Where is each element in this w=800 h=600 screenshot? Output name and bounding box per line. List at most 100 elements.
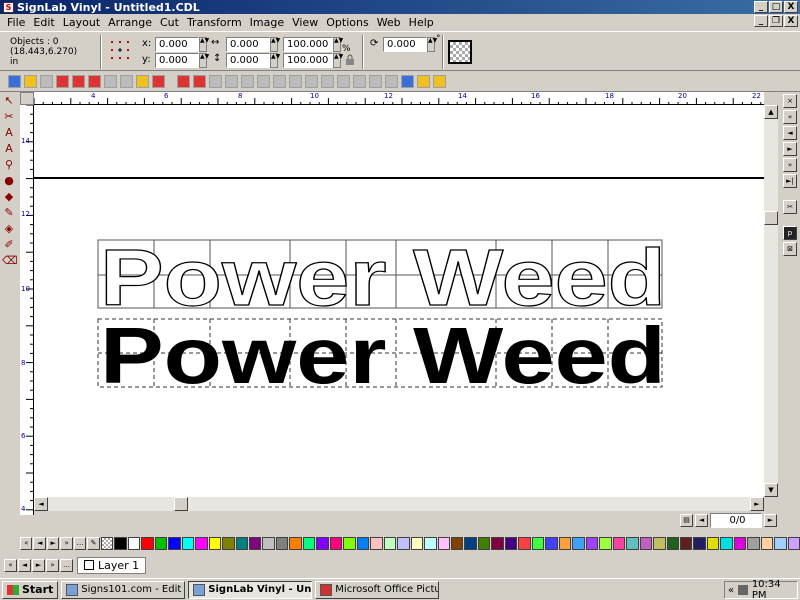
menu-cut[interactable]: Cut — [156, 16, 183, 29]
color-swatch[interactable] — [316, 536, 329, 550]
doc-restore-button[interactable]: ❐ — [769, 15, 783, 27]
color-swatch[interactable] — [424, 536, 437, 550]
next-icon[interactable]: ► — [783, 142, 797, 156]
no-fill-icon[interactable]: ⊠ — [783, 242, 797, 256]
width-spinner[interactable]: ▲▼ — [270, 37, 280, 52]
layer-visibility-checkbox[interactable] — [84, 560, 94, 570]
taskbar-item-picture-manager[interactable]: Microsoft Office Picture ... — [315, 580, 440, 599]
x-spinner[interactable]: ▲▼ — [199, 37, 209, 52]
paste-icon[interactable] — [88, 75, 101, 88]
color-swatch[interactable] — [477, 536, 491, 550]
menu-arrange[interactable]: Arrange — [104, 16, 156, 29]
color-swatch[interactable] — [181, 536, 195, 550]
color-swatch[interactable] — [504, 536, 518, 550]
knife-icon[interactable] — [321, 75, 334, 88]
color-swatch[interactable] — [518, 536, 531, 550]
shape-icon[interactable] — [305, 75, 318, 88]
y-input[interactable]: 0.000 — [155, 53, 199, 68]
rotation-input[interactable]: 0.000 — [383, 37, 427, 52]
eraser-tool-icon[interactable]: ⌫ — [2, 254, 18, 268]
color-swatch[interactable] — [235, 536, 248, 550]
layer-last-button[interactable]: » — [46, 558, 59, 572]
prev-icon[interactable]: ◄ — [783, 126, 797, 140]
color-swatch[interactable] — [451, 536, 464, 550]
speaker-icon[interactable] — [738, 585, 748, 595]
color-swatch[interactable] — [141, 536, 154, 550]
color-swatch[interactable] — [639, 536, 653, 550]
export-icon[interactable] — [152, 75, 165, 88]
menu-image[interactable]: Image — [246, 16, 288, 29]
new-icon[interactable] — [8, 75, 21, 88]
cutter-icon[interactable]: ✂ — [783, 200, 797, 214]
color-swatch[interactable] — [397, 536, 410, 550]
zoom-icon[interactable] — [433, 75, 446, 88]
color-swatch[interactable] — [545, 536, 558, 550]
color-swatch[interactable] — [248, 536, 262, 550]
cut-icon[interactable] — [56, 75, 69, 88]
menu-web[interactable]: Web — [373, 16, 405, 29]
filled-text[interactable]: Power Weed — [100, 311, 666, 400]
color-swatch[interactable] — [356, 536, 370, 550]
color-swatch[interactable] — [558, 536, 572, 550]
color-swatch[interactable] — [653, 536, 666, 550]
width-input[interactable]: 0.000 — [226, 37, 270, 52]
color-swatch[interactable] — [168, 536, 181, 550]
color-swatch[interactable] — [612, 536, 626, 550]
end-icon[interactable]: ►| — [783, 174, 797, 188]
layer-tab[interactable]: Layer 1 — [77, 556, 147, 574]
tray-expand-button[interactable]: « — [728, 585, 734, 596]
palette-eyedropper-icon[interactable]: ✎ — [87, 536, 100, 550]
scroll-left-button[interactable]: ◄ — [34, 497, 48, 511]
palette-first-button[interactable]: « — [20, 536, 33, 550]
layer-first-button[interactable]: « — [4, 558, 17, 572]
doc-minimize-button[interactable]: _ — [754, 15, 768, 27]
color-swatch[interactable] — [208, 536, 222, 550]
design-canvas[interactable]: Power Weed Power Weed — [34, 105, 764, 497]
panel-close-icon[interactable]: × — [783, 94, 797, 108]
color-swatch[interactable] — [531, 536, 545, 550]
rotation-spinner[interactable]: ▲▼ — [427, 37, 437, 52]
fill-tool-icon[interactable]: ◆ — [2, 190, 16, 204]
group-icon[interactable] — [241, 75, 254, 88]
scale-y-spinner[interactable]: ▲▼ — [333, 53, 343, 68]
color-swatch[interactable] — [747, 536, 760, 550]
color-swatch[interactable] — [222, 536, 235, 550]
zoom-tool-icon[interactable]: ⚲ — [2, 158, 16, 172]
first-icon[interactable]: « — [783, 110, 797, 124]
palette-last-button[interactable]: » — [60, 536, 73, 550]
menu-layout[interactable]: Layout — [59, 16, 104, 29]
page-prev-button[interactable]: ◄ — [695, 514, 708, 527]
weed-icon[interactable] — [177, 75, 190, 88]
lock-ratio-icon[interactable] — [344, 54, 356, 66]
color-swatch[interactable] — [262, 536, 275, 550]
color-swatch[interactable] — [329, 536, 343, 550]
color-swatch[interactable] — [127, 536, 141, 550]
scale-x-input[interactable]: 100.000 — [283, 37, 333, 52]
anchor-grid-icon[interactable] — [108, 38, 134, 64]
select-arrow-icon[interactable]: ↖ — [2, 94, 16, 108]
color-swatch[interactable] — [733, 536, 747, 550]
color-swatch[interactable] — [666, 536, 679, 550]
cut-job-icon[interactable] — [193, 75, 206, 88]
circle-icon[interactable] — [337, 75, 350, 88]
height-input[interactable]: 0.000 — [226, 53, 270, 68]
layer-prev-button[interactable]: ◄ — [18, 558, 31, 572]
color-swatch[interactable] — [410, 536, 424, 550]
vertical-scroll-thumb[interactable] — [764, 211, 778, 225]
close-button[interactable]: X — [784, 1, 798, 13]
menu-transform[interactable]: Transform — [183, 16, 246, 29]
bucket-tool-icon[interactable]: ◈ — [2, 222, 16, 236]
color-swatch[interactable] — [275, 536, 289, 550]
import-icon[interactable] — [136, 75, 149, 88]
menu-view[interactable]: View — [288, 16, 322, 29]
layer-next-button[interactable]: ► — [32, 558, 45, 572]
break-icon[interactable] — [289, 75, 302, 88]
taskbar-item-signlab[interactable]: SignLab Vinyl - Untitle... — [188, 580, 313, 599]
start-button[interactable]: Start — [2, 580, 59, 599]
text-effect-icon[interactable]: A — [2, 142, 16, 156]
shadow-icon[interactable] — [385, 75, 398, 88]
color-swatch[interactable] — [760, 536, 774, 550]
arrow-tool-icon[interactable] — [225, 75, 238, 88]
ungroup-icon[interactable] — [257, 75, 270, 88]
outline-text[interactable]: Power Weed — [99, 232, 666, 322]
